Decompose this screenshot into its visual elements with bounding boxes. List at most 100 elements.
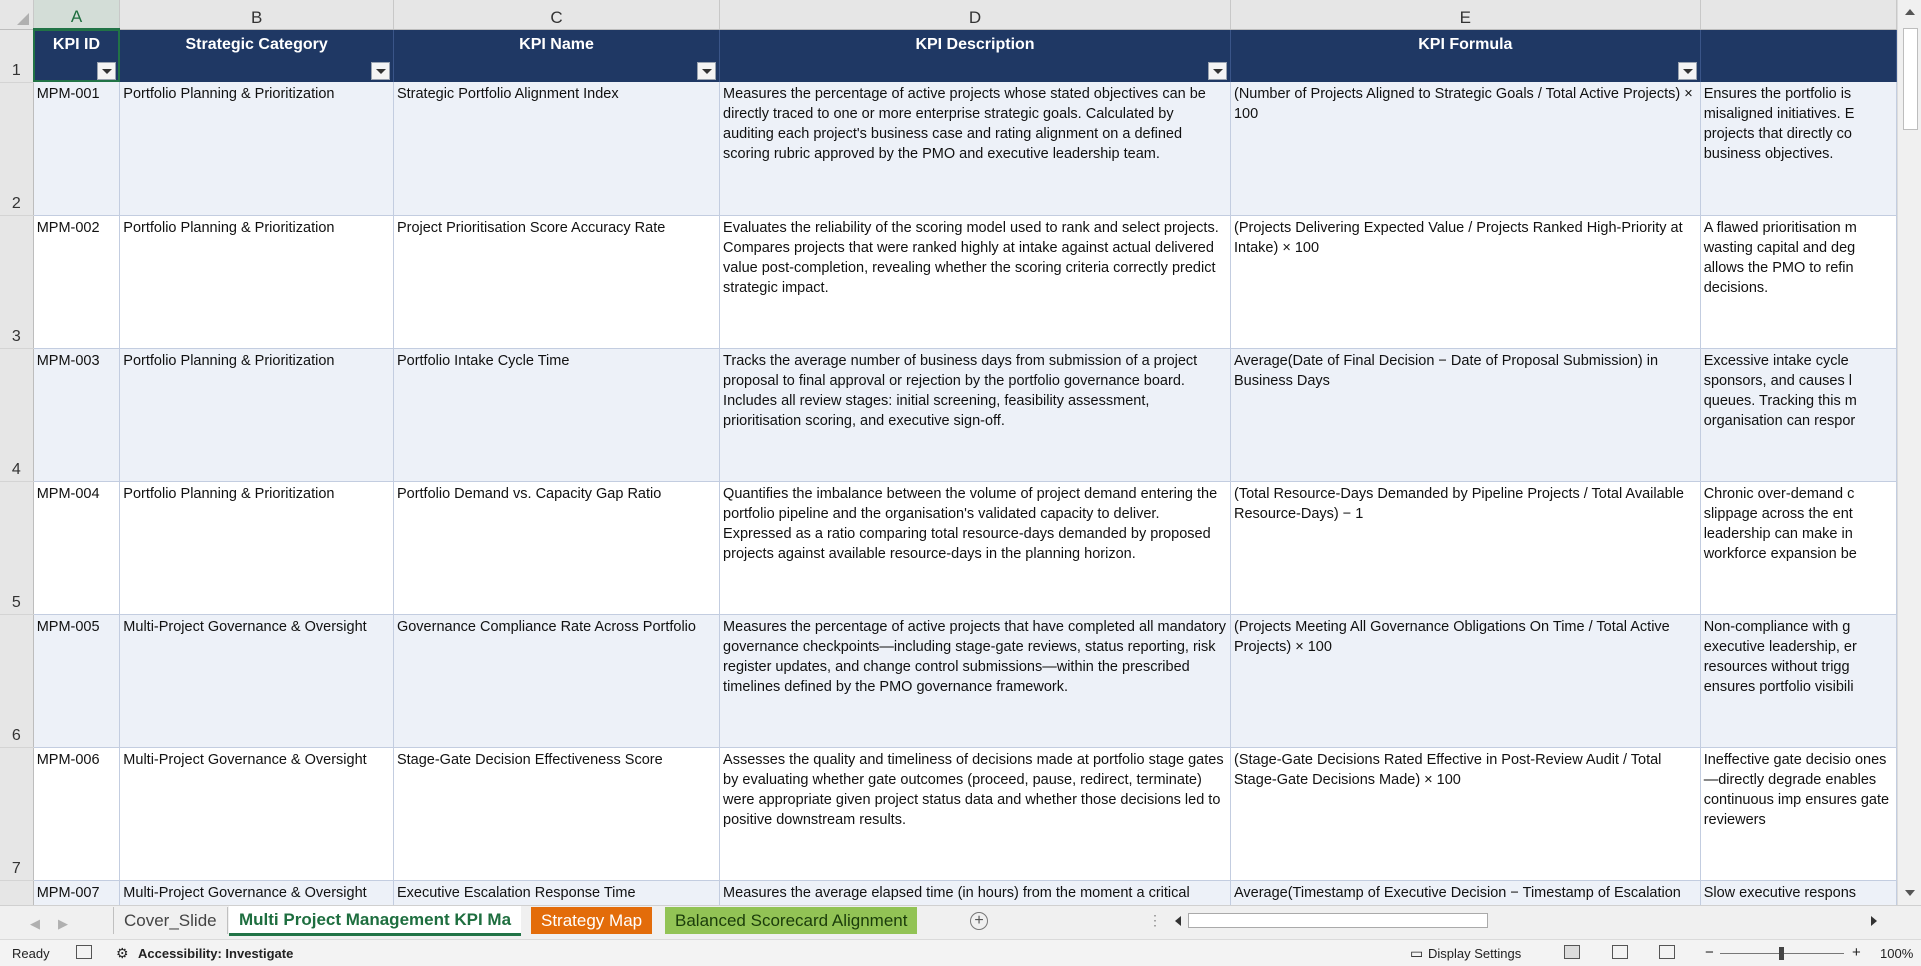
formula-cell[interactable]: Average(Timestamp of Executive Decision … [1230, 880, 1701, 905]
category-cell[interactable]: Portfolio Planning & Prioritization [119, 481, 394, 615]
kpi-name-cell[interactable]: Executive Escalation Response Time [393, 880, 721, 905]
rationale-cell[interactable]: Excessive intake cycle sponsors, and cau… [1700, 348, 1897, 482]
description-cell[interactable]: Measures the average elapsed time (in ho… [719, 880, 1231, 905]
zoom-slider-knob[interactable] [1779, 947, 1784, 960]
display-settings-button[interactable]: Display Settings [1428, 946, 1521, 961]
filter-dropdown-icon[interactable] [370, 62, 390, 80]
scroll-down-icon[interactable] [1905, 890, 1915, 896]
macro-record-icon[interactable] [76, 945, 92, 959]
row-header[interactable]: 2 [0, 82, 34, 216]
filter-dropdown-icon[interactable] [97, 62, 117, 80]
horizontal-scrollbar[interactable] [1170, 912, 1882, 930]
horizontal-scroll-thumb[interactable] [1188, 913, 1488, 928]
kpi-name-cell[interactable]: Project Prioritisation Score Accuracy Ra… [393, 215, 721, 349]
description-cell[interactable]: Measures the percentage of active projec… [719, 614, 1231, 748]
normal-view-icon[interactable] [1564, 945, 1580, 959]
zoom-level[interactable]: 100% [1880, 946, 1913, 961]
header-cell-kpi-id[interactable]: KPI ID [33, 29, 121, 82]
kpi-name-cell[interactable]: Stage-Gate Decision Effectiveness Score [393, 747, 721, 881]
header-label: Strategic Category [185, 35, 328, 53]
rationale-cell[interactable]: Ensures the portfolio is misaligned init… [1700, 82, 1897, 216]
formula-cell[interactable]: (Total Resource-Days Demanded by Pipelin… [1230, 481, 1701, 615]
formula-cell[interactable]: (Projects Meeting All Governance Obligat… [1230, 614, 1701, 748]
category-cell[interactable]: Multi-Project Governance & Oversight [119, 747, 394, 881]
column-header-d[interactable]: D [719, 0, 1231, 30]
category-cell[interactable]: Multi-Project Governance & Oversight [119, 614, 394, 748]
column-header-e[interactable]: E [1230, 0, 1701, 30]
scroll-left-icon[interactable] [1170, 912, 1186, 930]
formula-cell[interactable]: Average(Date of Final Decision − Date of… [1230, 348, 1701, 482]
vertical-scrollbar[interactable] [1897, 0, 1921, 905]
scroll-up-icon[interactable] [1905, 9, 1915, 15]
category-cell[interactable]: Portfolio Planning & Prioritization [119, 348, 394, 482]
description-cell[interactable]: Evaluates the reliability of the scoring… [719, 215, 1231, 349]
add-sheet-icon[interactable]: + [970, 912, 988, 930]
column-header-f[interactable] [1700, 0, 1897, 30]
header-cell-kpi-name[interactable]: KPI Name [393, 29, 721, 82]
description-cell[interactable]: Tracks the average number of business da… [719, 348, 1231, 482]
column-header-b[interactable]: B [119, 0, 394, 30]
kpi-id-cell[interactable]: MPM-005 [33, 614, 121, 748]
row-header[interactable]: 4 [0, 348, 34, 482]
tab-scroll-right-icon[interactable]: ▶ [58, 916, 68, 932]
kpi-id-cell[interactable]: MPM-001 [33, 82, 121, 216]
accessibility-status[interactable]: Accessibility: Investigate [138, 946, 293, 961]
rationale-cell[interactable]: Slow executive respons [1700, 880, 1897, 905]
row-header[interactable]: 6 [0, 614, 34, 748]
tab-cover-slide[interactable]: Cover_Slide [113, 907, 228, 934]
kpi-id-cell[interactable]: MPM-004 [33, 481, 121, 615]
filter-dropdown-icon[interactable] [697, 62, 717, 80]
header-cell-next[interactable] [1700, 29, 1897, 82]
rationale-cell[interactable]: Chronic over-demand c slippage across th… [1700, 481, 1897, 615]
rationale-cell[interactable]: Non-compliance with g executive leadersh… [1700, 614, 1897, 748]
zoom-in-button[interactable]: + [1852, 944, 1861, 961]
row-header[interactable]: 5 [0, 481, 34, 615]
kpi-name-cell[interactable]: Portfolio Intake Cycle Time [393, 348, 721, 482]
filter-dropdown-icon[interactable] [1677, 62, 1697, 80]
header-cell-strategic-category[interactable]: Strategic Category [119, 29, 394, 82]
filter-dropdown-icon[interactable] [1207, 62, 1227, 80]
zoom-out-button[interactable]: − [1705, 944, 1714, 961]
tab-scroll-left-icon[interactable]: ◀ [30, 916, 40, 932]
category-cell[interactable]: Portfolio Planning & Prioritization [119, 215, 394, 349]
rationale-cell[interactable]: A flawed prioritisation m wasting capita… [1700, 215, 1897, 349]
tab-multi-project-management-kpi[interactable]: Multi Project Management KPI Ma [229, 906, 522, 936]
vertical-scroll-thumb[interactable] [1903, 28, 1918, 130]
tab-balanced-scorecard-alignment[interactable]: Balanced Scorecard Alignment [665, 907, 918, 934]
rationale-cell[interactable]: Ineffective gate decisio ones—directly d… [1700, 747, 1897, 881]
header-label: KPI Formula [1418, 35, 1513, 53]
tab-strategy-map[interactable]: Strategy Map [531, 907, 653, 934]
column-header-a[interactable]: A [33, 0, 121, 30]
description-cell[interactable]: Assesses the quality and timeliness of d… [719, 747, 1231, 881]
column-header-c[interactable]: C [393, 0, 721, 30]
header-cell-kpi-description[interactable]: KPI Description [719, 29, 1231, 82]
tab-split-handle-icon[interactable]: ⋮ [1148, 912, 1162, 929]
category-cell[interactable]: Portfolio Planning & Prioritization [119, 82, 394, 216]
select-all-corner[interactable] [0, 0, 34, 30]
kpi-id-cell[interactable]: MPM-002 [33, 215, 121, 349]
formula-cell[interactable]: (Stage-Gate Decisions Rated Effective in… [1230, 747, 1701, 881]
formula-cell[interactable]: (Projects Delivering Expected Value / Pr… [1230, 215, 1701, 349]
scroll-right-icon[interactable] [1866, 912, 1882, 930]
row-header[interactable]: 3 [0, 215, 34, 349]
kpi-id-cell[interactable]: MPM-007 [33, 880, 121, 905]
header-cell-kpi-formula[interactable]: KPI Formula [1230, 29, 1701, 82]
row-header[interactable]: 7 [0, 747, 34, 881]
description-cell[interactable]: Quantifies the imbalance between the vol… [719, 481, 1231, 615]
spreadsheet-table: A B C D E 1 KPI ID Strategic Category KP… [0, 0, 1897, 905]
accessibility-icon[interactable]: ⚙ [116, 945, 129, 962]
description-cell[interactable]: Measures the percentage of active projec… [719, 82, 1231, 216]
formula-cell[interactable]: (Number of Projects Aligned to Strategic… [1230, 82, 1701, 216]
kpi-name-cell[interactable]: Strategic Portfolio Alignment Index [393, 82, 721, 216]
category-cell[interactable]: Multi-Project Governance & Oversight [119, 880, 394, 905]
page-break-preview-icon[interactable] [1659, 945, 1675, 959]
row-header[interactable]: 8 [0, 880, 34, 905]
kpi-id-cell[interactable]: MPM-006 [33, 747, 121, 881]
page-layout-view-icon[interactable] [1612, 945, 1628, 959]
worksheet-grid[interactable]: A B C D E 1 KPI ID Strategic Category KP… [0, 0, 1897, 905]
kpi-name-cell[interactable]: Governance Compliance Rate Across Portfo… [393, 614, 721, 748]
display-settings-icon[interactable]: ▭ [1410, 945, 1423, 962]
row-header[interactable]: 1 [0, 29, 34, 83]
kpi-name-cell[interactable]: Portfolio Demand vs. Capacity Gap Ratio [393, 481, 721, 615]
kpi-id-cell[interactable]: MPM-003 [33, 348, 121, 482]
